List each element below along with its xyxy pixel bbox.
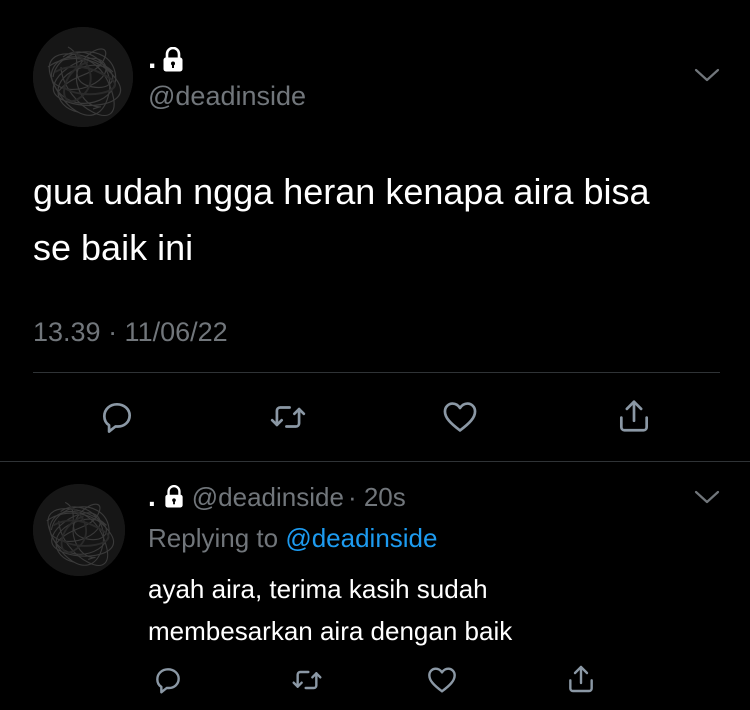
avatar-scribble-image: [33, 484, 125, 576]
timestamp[interactable]: 13.39 · 11/06/22: [33, 315, 228, 349]
display-name[interactable]: .: [148, 44, 156, 74]
replying-to: Replying to @deadinside: [148, 522, 437, 554]
handle[interactable]: @deadinside: [148, 80, 306, 112]
tweet-text-line: se baik ini: [33, 227, 194, 268]
tweet-text: gua udah ngga heran kenapa aira bisa se …: [33, 164, 733, 276]
display-name-row[interactable]: . @deadinside · 20s: [148, 482, 406, 512]
avatar[interactable]: [33, 484, 125, 576]
retweet-icon[interactable]: [268, 398, 308, 436]
display-name-row[interactable]: .: [148, 44, 184, 74]
display-name[interactable]: .: [148, 483, 156, 511]
handle[interactable]: @deadinside: [192, 482, 344, 513]
retweet-icon[interactable]: [290, 664, 324, 696]
lock-icon: [164, 485, 184, 509]
reply-icon[interactable]: [98, 398, 136, 436]
tweet-text-line: membesarkan aira dengan baik: [148, 616, 513, 646]
tweet-age: · 20s: [347, 481, 406, 512]
avatar[interactable]: [33, 27, 133, 127]
replying-to-handle-link[interactable]: @deadinside: [285, 523, 437, 553]
avatar-scribble-image: [33, 27, 133, 127]
like-icon[interactable]: [440, 398, 480, 436]
divider: [33, 372, 720, 373]
share-icon[interactable]: [615, 396, 653, 436]
tweet-text: ayah aira, terima kasih sudah membesarka…: [148, 568, 728, 652]
divider: [0, 461, 750, 462]
chevron-down-icon[interactable]: [692, 66, 722, 84]
lock-icon: [162, 47, 184, 73]
chevron-down-icon[interactable]: [692, 488, 722, 506]
tweet-text-line: ayah aira, terima kasih sudah: [148, 574, 488, 604]
share-icon[interactable]: [565, 662, 597, 696]
tweet-text-line: gua udah ngga heran kenapa aira bisa: [33, 171, 650, 212]
like-icon[interactable]: [425, 664, 459, 696]
replying-to-label: Replying to: [148, 523, 279, 553]
reply-icon[interactable]: [152, 664, 184, 696]
